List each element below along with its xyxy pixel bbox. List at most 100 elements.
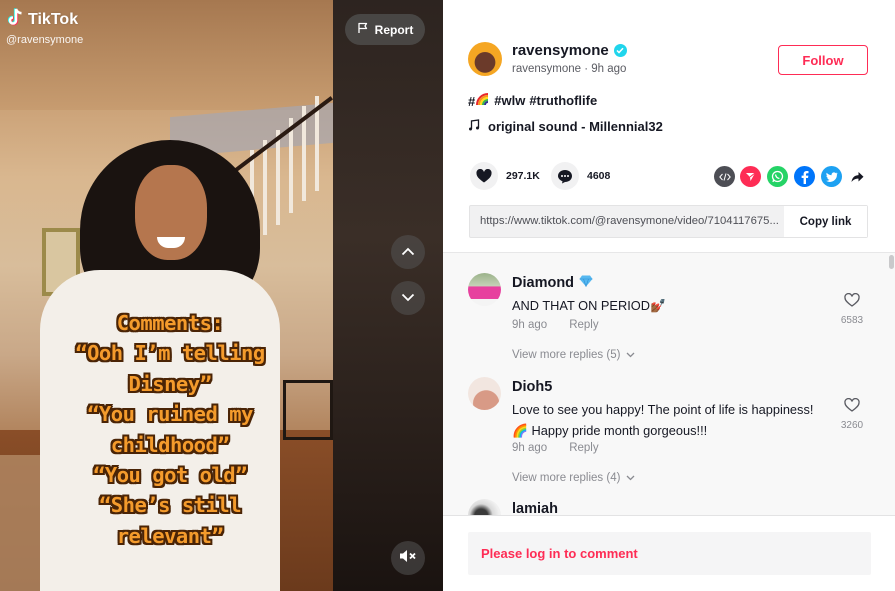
flag-icon — [357, 22, 369, 37]
rainbow-icon — [475, 92, 490, 106]
caption-line: Disney” — [128, 371, 212, 396]
heart-outline-icon — [844, 397, 860, 416]
follow-button[interactable]: Follow — [778, 45, 868, 75]
caption-line: childhood” — [110, 432, 230, 457]
caption-line: “You got old” — [93, 463, 247, 488]
video-backdrop — [333, 0, 443, 591]
comment-bubble-icon — [551, 162, 579, 190]
login-to-comment-button[interactable]: Please log in to comment — [468, 532, 871, 575]
volume-muted-icon — [399, 549, 417, 568]
twitter-icon[interactable] — [821, 166, 842, 187]
report-button[interactable]: Report — [345, 14, 425, 45]
comment-meta: 9h ago Reply — [512, 319, 599, 331]
author-avatar[interactable] — [468, 42, 502, 76]
view-more-replies-label: View more replies (4) — [512, 472, 621, 484]
comment-item: Diamond AND THAT ON PERIOD💅🏾 9h ago Repl… — [468, 273, 868, 383]
commenter-name[interactable]: Dioh5 — [512, 379, 552, 395]
whatsapp-icon[interactable] — [767, 166, 788, 187]
caption-line: “She’s still — [98, 493, 242, 518]
caption-line: relevant” — [116, 523, 224, 548]
report-label: Report — [374, 22, 414, 37]
sound-label: original sound - Millennial32 — [488, 119, 663, 134]
comment-time: 9h ago — [512, 319, 548, 331]
caption-line: “You ruined my — [87, 402, 253, 427]
music-note-icon — [468, 119, 480, 134]
commenter-name-text: Diamond — [512, 275, 575, 291]
facebook-icon[interactable] — [794, 166, 815, 187]
commenter-avatar[interactable] — [468, 499, 501, 515]
comment-like-count: 6583 — [840, 315, 864, 326]
caption-line: “Ooh I’m telling — [75, 341, 265, 366]
watermark-handle: @ravensymone — [6, 34, 84, 46]
commenter-name[interactable]: Diamond — [512, 275, 593, 291]
commenter-name[interactable]: lamiah — [512, 501, 558, 515]
previous-video-button[interactable] — [391, 235, 425, 269]
comment-meta: 9h ago Reply — [512, 442, 599, 454]
meta-separator: · — [581, 63, 592, 75]
video-caption-overlay: Comments: “Ooh I’m telling Disney” “You … — [30, 308, 310, 551]
video-description: # #wlw #truthoflife — [468, 92, 597, 109]
reply-button[interactable]: Reply — [569, 319, 598, 331]
chevron-down-icon — [626, 472, 635, 484]
chevron-down-icon — [401, 289, 415, 307]
tiktok-logo-icon — [7, 8, 24, 31]
tiktok-video-page: Comments: “Ooh I’m telling Disney” “You … — [0, 0, 895, 591]
video-url[interactable]: https://www.tiktok.com/@ravensymone/vide… — [470, 206, 784, 237]
view-more-replies-button[interactable]: View more replies (4) — [512, 472, 635, 484]
like-count: 297.1K — [506, 170, 540, 182]
video-link-box: https://www.tiktok.com/@ravensymone/vide… — [469, 205, 868, 238]
chevron-up-icon — [401, 243, 415, 261]
reply-button[interactable]: Reply — [569, 442, 598, 454]
comment-button[interactable]: 4608 — [551, 162, 610, 190]
video-details-header: ravensymone ravensymone · 9h ago Follow … — [443, 0, 895, 252]
posted-time: 9h ago — [591, 63, 627, 75]
login-prompt: Please log in to comment — [481, 546, 638, 561]
copy-link-button[interactable]: Copy link — [784, 206, 867, 237]
next-video-button[interactable] — [391, 281, 425, 315]
share-arrow-icon[interactable] — [847, 166, 868, 187]
comment-like-count: 3260 — [840, 420, 864, 431]
commenter-avatar[interactable] — [468, 377, 501, 410]
like-button[interactable]: 297.1K — [470, 162, 540, 190]
tiktok-send-icon[interactable] — [740, 166, 761, 187]
verified-badge-icon — [613, 44, 627, 57]
comment-count: 4608 — [587, 170, 611, 182]
comment-text-line: 🌈 Happy pride month gorgeous!!! — [512, 422, 708, 438]
diamond-emoji-icon — [579, 275, 593, 291]
chevron-down-icon — [626, 349, 635, 361]
tiktok-watermark: TikTok — [7, 8, 79, 31]
comment-time: 9h ago — [512, 442, 548, 454]
comments-scrollbar[interactable] — [888, 253, 895, 515]
heart-outline-icon — [844, 292, 860, 311]
hashtag-rainbow[interactable]: # — [468, 92, 490, 109]
comment-list: Diamond AND THAT ON PERIOD💅🏾 9h ago Repl… — [443, 252, 895, 515]
video-info-panel: ravensymone ravensymone · 9h ago Follow … — [443, 0, 895, 591]
comment-footer: Please log in to comment — [443, 515, 895, 591]
mute-toggle-button[interactable] — [391, 541, 425, 575]
tiktok-brand-label: TikTok — [28, 10, 79, 28]
view-more-replies-label: View more replies (5) — [512, 349, 621, 361]
comment-item: lamiah — [468, 499, 868, 515]
author-username[interactable]: ravensymone — [512, 63, 581, 75]
comment-like-button[interactable]: 3260 — [837, 397, 867, 431]
stair-baluster — [276, 130, 280, 225]
hashtag-truthoflife[interactable]: #truthoflife — [529, 93, 597, 108]
view-more-replies-button[interactable]: View more replies (5) — [512, 349, 635, 361]
stair-baluster — [289, 118, 293, 213]
embed-icon[interactable] — [714, 166, 735, 187]
hashtag-symbol: # — [468, 94, 476, 109]
scrollbar-thumb[interactable] — [889, 255, 894, 269]
sound-link[interactable]: original sound - Millennial32 — [468, 119, 663, 134]
caption-line: Comments: — [116, 311, 224, 335]
author-meta: ravensymone · 9h ago — [512, 63, 626, 75]
comment-like-button[interactable]: 6583 — [837, 292, 867, 326]
video-panel: Comments: “Ooh I’m telling Disney” “You … — [0, 0, 443, 591]
commenter-avatar[interactable] — [468, 273, 501, 306]
stair-baluster — [263, 140, 267, 235]
video-player[interactable]: Comments: “Ooh I’m telling Disney” “You … — [0, 0, 333, 591]
author-name-text: ravensymone — [512, 42, 609, 59]
author-display-name[interactable]: ravensymone — [512, 42, 627, 59]
heart-icon — [470, 162, 498, 190]
comment-item: Dioh5 Love to see you happy! The point o… — [468, 377, 868, 497]
hashtag-wlw[interactable]: #wlw — [494, 93, 525, 108]
